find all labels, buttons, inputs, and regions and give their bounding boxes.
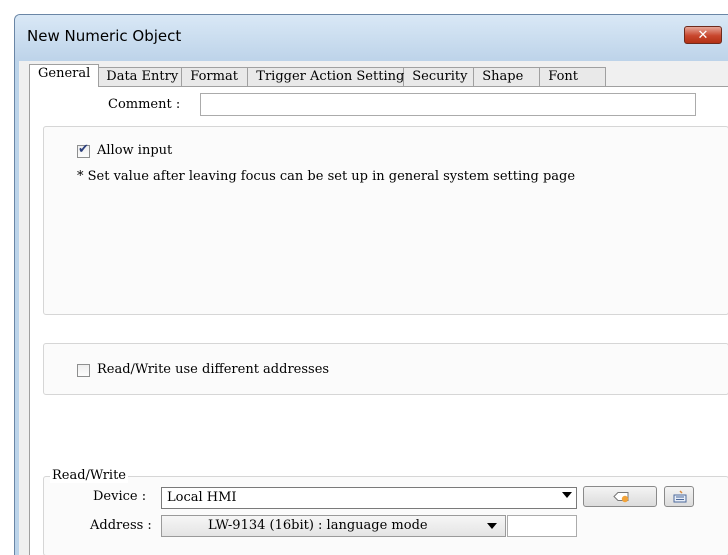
comment-input[interactable] <box>200 93 696 116</box>
focus-note: * Set value after leaving focus can be s… <box>77 169 576 184</box>
different-addresses-label: Read/Write use different addresses <box>97 362 330 377</box>
device-select[interactable]: Local HMI <box>161 487 577 509</box>
tab-data-entry[interactable]: Data Entry <box>98 67 183 87</box>
tag-icon <box>613 492 629 503</box>
different-addresses-group: Read/Write use different addresses <box>43 343 728 395</box>
device-label: Device : <box>93 489 147 504</box>
tab-general[interactable]: General <box>29 64 100 87</box>
dialog-window: New Numeric Object ✕ General Data Entry … <box>14 14 728 555</box>
tab-bar: General Data Entry Format Trigger Action… <box>29 64 607 87</box>
allow-input-checkbox[interactable]: ✔ <box>77 142 90 158</box>
address-label: Address : <box>90 518 152 533</box>
different-addresses-checkbox[interactable] <box>77 364 90 377</box>
close-button[interactable]: ✕ <box>684 26 722 44</box>
dialog-client: General Data Entry Format Trigger Action… <box>19 61 728 555</box>
tab-font[interactable]: Font <box>540 67 607 87</box>
allow-input-group: ✔ Allow input * Set value after leaving … <box>43 126 728 315</box>
address-select[interactable]: LW-9134 (16bit) : language mode <box>161 515 506 537</box>
title-bar[interactable]: New Numeric Object ✕ <box>15 15 728 61</box>
keyboard-button[interactable] <box>664 486 694 507</box>
tab-trigger-action-setting[interactable]: Trigger Action Setting <box>248 67 404 87</box>
window-title: New Numeric Object <box>27 27 182 45</box>
keyboard-icon <box>673 490 687 503</box>
comment-label: Comment : <box>108 97 181 112</box>
read-write-legend: Read/Write <box>50 468 129 483</box>
general-tab-panel: Comment : ✔ Allow input * Set value afte… <box>29 86 728 555</box>
tab-security[interactable]: Security <box>404 67 475 87</box>
address-value: LW-9134 (16bit) : language mode <box>208 518 428 533</box>
tab-shape[interactable]: Shape <box>474 67 541 87</box>
tab-format[interactable]: Format <box>182 67 249 87</box>
device-value: Local HMI <box>167 490 237 505</box>
allow-input-label: Allow input <box>97 143 173 158</box>
chevron-down-icon <box>487 523 497 529</box>
address-index-input[interactable] <box>507 515 577 537</box>
chevron-down-icon <box>562 492 572 498</box>
tag-button[interactable] <box>583 486 657 507</box>
check-icon: ✔ <box>78 142 89 157</box>
close-icon: ✕ <box>697 28 709 43</box>
